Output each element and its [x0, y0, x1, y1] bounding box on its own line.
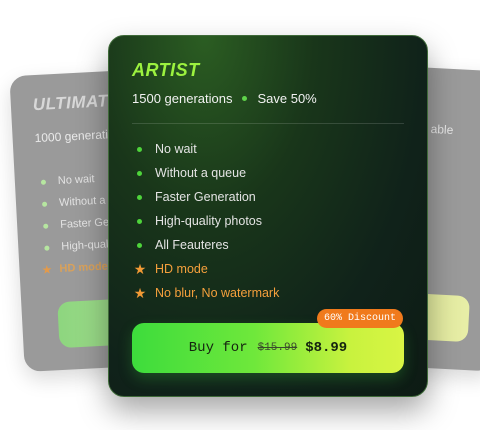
feature-item: Faster Generation [132, 185, 279, 209]
feature-item: Without a queue [132, 161, 279, 185]
discount-badge: 60% Discount [317, 309, 404, 328]
feature-label: Without a queue [155, 166, 247, 180]
bullet-dot-icon [137, 170, 142, 176]
plan-generations: 1500 generations [132, 91, 233, 106]
pricing-stage: ULTIMATE 1000 generations No wait Withou… [0, 0, 480, 430]
bullet-dot-icon [137, 146, 142, 152]
star-icon: ★ [133, 261, 147, 277]
old-price: $15.99 [257, 342, 298, 354]
bullet-dot-icon [137, 194, 142, 200]
star-icon: ★ [133, 285, 147, 301]
feature-item: No wait [132, 137, 279, 161]
plan-feature-list: No wait Without a queue Faster Generatio… [132, 137, 280, 305]
bullet-dot-icon [43, 223, 49, 229]
feature-label: High-quality photos [155, 214, 263, 228]
divider [132, 123, 404, 124]
feature-label: Faster Generation [155, 190, 256, 204]
bullet-dot-icon [44, 245, 50, 251]
feature-item: High-quality photos [132, 209, 279, 233]
plan-savings: Save 50% [257, 91, 317, 106]
buy-button[interactable]: Buy for $15.99 $8.99 [132, 323, 404, 373]
bullet-dot-icon [41, 201, 48, 207]
feature-label: No wait [155, 142, 197, 156]
plan-summary: 1500 generations Save 50% [132, 91, 317, 106]
bullet-dot-icon [40, 179, 47, 185]
ultimate-feature-label: No wait [57, 173, 95, 187]
bullet-dot-icon [137, 242, 142, 248]
right-card-feature-text: able [430, 121, 454, 138]
separator-dot-icon [242, 96, 248, 101]
feature-item: All Feauteres [132, 233, 279, 257]
bullet-dot-icon [137, 218, 142, 224]
ultimate-feature-label: HD mode [59, 260, 109, 276]
plan-title: ARTIST [132, 60, 200, 80]
feature-label: No blur, No watermark [155, 286, 280, 300]
feature-label: HD mode [155, 262, 208, 276]
new-price: $8.99 [305, 340, 348, 356]
buy-button-label: Buy for [188, 340, 248, 356]
feature-item-premium: ★ No blur, No watermark [132, 281, 280, 305]
star-icon: ★ [41, 262, 53, 277]
feature-label: All Feauteres [155, 238, 229, 252]
pricing-card-artist: ARTIST 1500 generations Save 50% No wait… [108, 35, 428, 397]
feature-item-premium: ★ HD mode [132, 257, 279, 281]
